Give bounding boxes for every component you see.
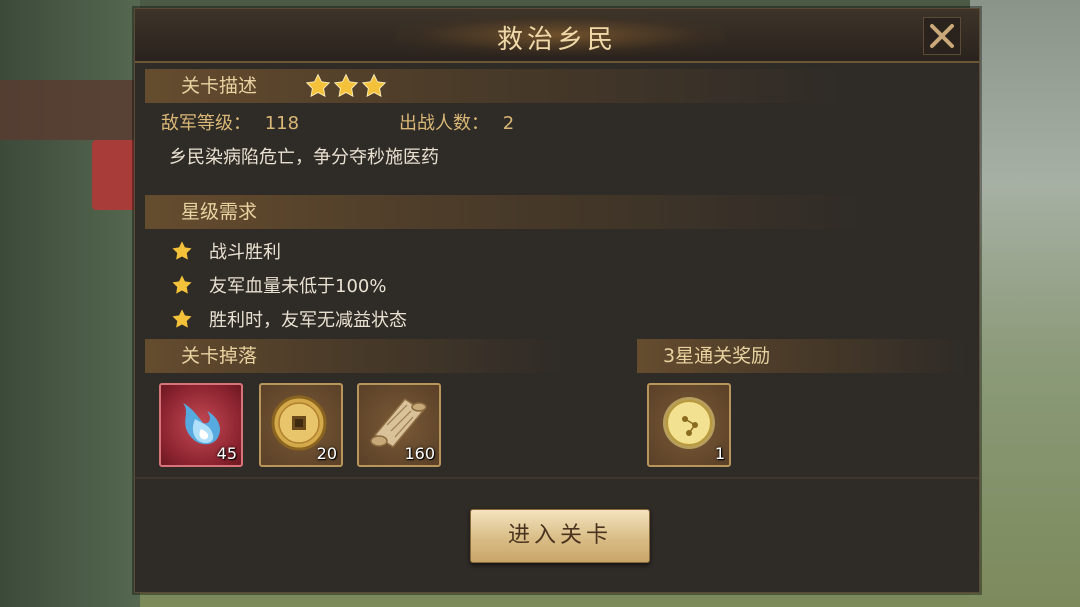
requirement-text: 胜利时，友军无减益状态 [209,310,407,331]
troop-count-value: 2 [502,113,515,134]
troop-count: 出战人数： 2 [399,109,514,135]
star-icon [172,241,192,260]
requirement-text: 友军血量未低于100% [209,276,387,297]
item-quantity: 20 [316,444,337,463]
reward-item[interactable]: 1 [647,383,731,467]
item-quantity: 1 [714,444,725,463]
star-icon [333,73,359,97]
background-red-banner [92,140,136,210]
section-star-requirements: 星级需求 [145,195,865,229]
star-icon [172,309,192,328]
stage-dialog: 救治乡民 关卡描述 敌军等级： 118 出战人数： 2 乡民染病陷危亡，争分夺秒… [134,8,980,593]
section-stage-description: 关卡描述 [145,69,845,103]
close-button[interactable] [923,17,961,55]
section-label-three-star-reward: 3星通关奖励 [663,345,771,367]
item-quantity: 160 [404,444,435,463]
requirement-item: 战斗胜利 [171,238,281,264]
background-roof [0,80,140,140]
enemy-level: 敌军等级： 118 [161,109,299,135]
stage-stars [305,69,387,103]
section-label-stage-drops: 关卡掉落 [181,345,258,367]
section-label-stage-description: 关卡描述 [181,75,258,97]
divider [135,477,979,479]
star-icon [172,275,192,294]
drop-item[interactable]: 20 [259,383,343,467]
stage-description: 乡民染病陷危亡，争分夺秒施医药 [169,147,439,168]
requirement-item: 友军血量未低于100% [171,272,386,298]
troop-count-label: 出战人数： [399,113,489,134]
section-three-star-reward: 3星通关奖励 [637,339,967,373]
drop-item[interactable]: 160 [357,383,441,467]
title-bar: 救治乡民 [135,9,979,63]
enemy-level-value: 118 [264,113,300,134]
star-icon [361,73,387,97]
star-icon [305,73,331,97]
requirement-item: 胜利时，友军无减益状态 [171,306,407,332]
item-quantity: 45 [216,444,237,463]
close-icon [930,24,954,48]
drop-item[interactable]: 45 [159,383,243,467]
section-stage-drops: 关卡掉落 [145,339,565,373]
requirement-text: 战斗胜利 [209,242,281,263]
background-right [970,0,1080,607]
enemy-level-label: 敌军等级： [161,113,251,134]
enter-stage-button[interactable]: 进入关卡 [470,509,650,563]
section-label-star-requirements: 星级需求 [181,201,258,223]
dialog-title: 救治乡民 [496,25,617,55]
